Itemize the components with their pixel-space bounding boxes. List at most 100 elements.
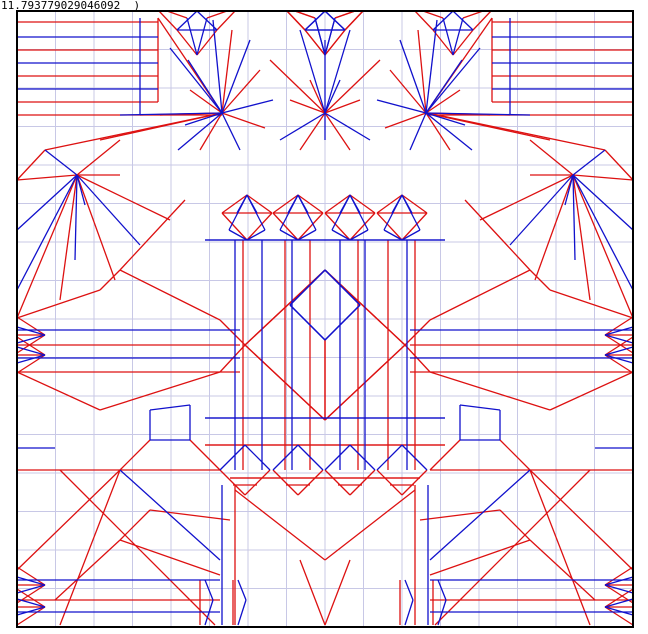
valley-crease xyxy=(297,229,317,241)
valley-crease xyxy=(324,304,361,341)
mountain-crease xyxy=(401,212,428,241)
mountain-crease xyxy=(549,371,634,411)
valley-crease xyxy=(429,469,531,561)
valley-crease xyxy=(244,444,271,471)
valley-crease xyxy=(228,229,248,241)
valley-crease xyxy=(16,576,46,586)
valley-crease xyxy=(212,19,223,114)
mountain-crease xyxy=(76,139,121,176)
mountain-crease xyxy=(44,112,223,151)
mountain-crease xyxy=(99,371,221,411)
mountain-crease xyxy=(119,539,221,576)
mountain-crease xyxy=(219,469,246,496)
mountain-crease xyxy=(119,199,186,271)
mountain-crease xyxy=(244,469,271,496)
valley-crease xyxy=(169,47,223,114)
mountain-crease xyxy=(404,319,431,346)
mountain-crease xyxy=(429,539,531,576)
mountain-crease xyxy=(572,174,634,181)
valley-crease xyxy=(16,326,46,336)
mountain-crease xyxy=(324,212,351,241)
mountain-crease xyxy=(324,469,351,496)
valley-crease xyxy=(237,599,247,626)
valley-crease xyxy=(44,149,78,176)
valley-crease xyxy=(246,229,266,241)
valley-crease xyxy=(383,229,403,241)
valley-crease xyxy=(572,149,606,176)
mountain-crease xyxy=(299,559,326,626)
mountain-crease xyxy=(219,319,246,346)
crease-pattern-canvas[interactable] xyxy=(0,0,648,634)
mountain-crease xyxy=(464,199,531,271)
valley-crease xyxy=(572,174,634,231)
valley-crease xyxy=(304,10,326,31)
mountain-crease xyxy=(462,10,484,19)
mountain-crease xyxy=(54,539,121,601)
valley-crease xyxy=(119,469,221,561)
mountain-crease xyxy=(434,469,591,626)
mountain-crease xyxy=(221,69,261,114)
valley-crease xyxy=(149,404,191,411)
valley-crease xyxy=(404,579,414,601)
mountain-crease xyxy=(529,539,596,601)
mountain-crease xyxy=(324,559,351,626)
valley-crease xyxy=(324,10,346,31)
mountain-crease xyxy=(604,566,634,586)
valley-crease xyxy=(572,174,634,291)
valley-crease xyxy=(349,444,376,471)
mountain-crease xyxy=(16,336,46,356)
mountain-crease xyxy=(324,112,351,151)
mountain-crease xyxy=(294,10,316,19)
mountain-crease xyxy=(297,469,324,496)
mountain-crease xyxy=(119,269,221,321)
valley-crease xyxy=(437,579,447,601)
mountain-crease xyxy=(246,212,273,241)
valley-crease xyxy=(324,444,351,471)
mountain-crease xyxy=(549,289,634,319)
mountain-crease xyxy=(119,509,151,541)
mountain-crease xyxy=(166,10,188,19)
valley-crease xyxy=(604,354,634,364)
mountain-crease xyxy=(16,174,78,181)
mountain-crease xyxy=(16,606,46,626)
mountain-crease xyxy=(349,212,376,241)
valley-crease xyxy=(76,174,141,246)
mountain-crease xyxy=(119,439,151,471)
valley-crease xyxy=(279,229,299,241)
valley-crease xyxy=(16,354,46,364)
valley-crease xyxy=(177,112,223,151)
mountain-crease xyxy=(297,212,324,241)
mountain-crease xyxy=(499,509,531,541)
valley-crease xyxy=(16,606,46,616)
mountain-crease xyxy=(572,174,634,319)
mountain-crease xyxy=(604,336,634,356)
valley-crease xyxy=(219,444,246,471)
valley-crease xyxy=(16,174,78,291)
mountain-crease xyxy=(389,69,427,114)
mountain-crease xyxy=(376,469,403,496)
mountain-crease xyxy=(604,316,634,336)
valley-crease xyxy=(349,229,369,241)
mountain-crease xyxy=(16,371,101,411)
mountain-crease xyxy=(59,469,216,626)
valley-crease xyxy=(324,269,361,306)
mountain-crease xyxy=(604,334,634,354)
mountain-crease xyxy=(16,334,46,354)
valley-crease xyxy=(425,47,481,114)
valley-crease xyxy=(289,269,326,306)
mountain-crease xyxy=(16,289,101,319)
mountain-crease xyxy=(16,566,46,586)
mountain-crease xyxy=(604,606,634,626)
mountain-crease xyxy=(499,439,531,471)
valley-crease xyxy=(176,10,198,31)
mountain-crease xyxy=(299,112,326,151)
mountain-crease xyxy=(221,212,248,241)
valley-crease xyxy=(452,10,474,31)
mountain-crease xyxy=(425,112,451,151)
mountain-crease xyxy=(376,212,403,241)
valley-crease xyxy=(509,174,574,246)
mountain-crease xyxy=(334,10,356,19)
mountain-crease xyxy=(529,139,574,176)
mountain-crease xyxy=(272,469,299,496)
mountain-crease xyxy=(272,212,299,241)
